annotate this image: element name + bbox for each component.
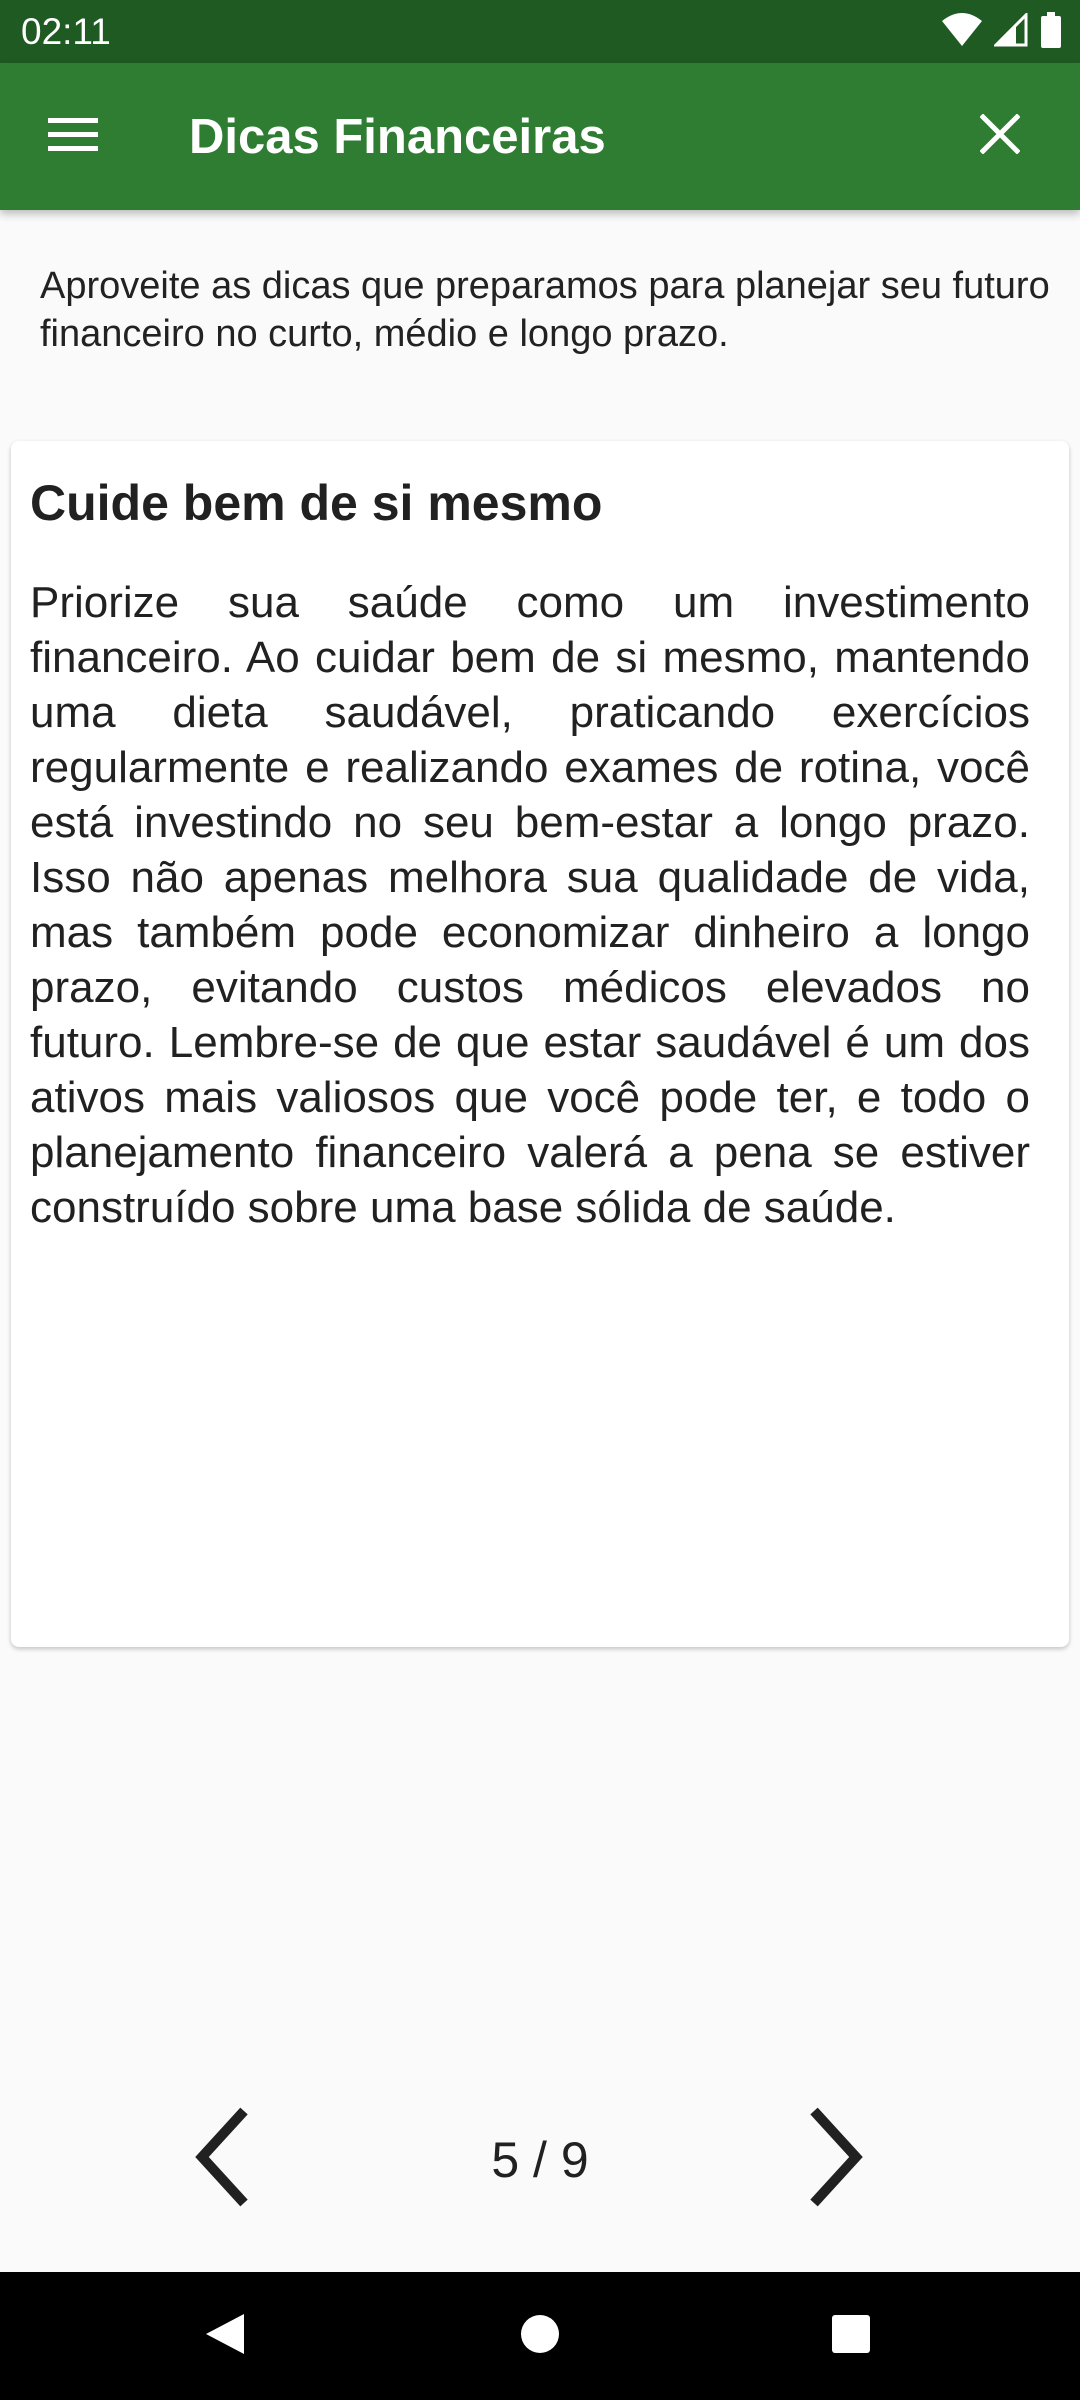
status-time: 02:11 (21, 11, 111, 52)
status-icons (942, 10, 1062, 53)
signal-icon (992, 10, 1028, 52)
tip-body: Priorize sua saúde como um investimento … (30, 578, 1030, 1232)
pager: 5 / 9 (0, 2094, 1080, 2224)
close-icon (979, 112, 1021, 159)
back-icon (204, 2312, 246, 2361)
status-bar: 02:11 (0, 0, 1080, 63)
system-nav-bar (0, 2272, 1080, 2400)
wifi-icon (942, 12, 982, 52)
home-icon (520, 2314, 560, 2359)
page-indicator: 5 / 9 (491, 2132, 589, 2188)
page-title: Dicas Financeiras (189, 110, 606, 164)
nav-recents-button[interactable] (803, 2296, 899, 2376)
nav-back-button[interactable] (177, 2296, 273, 2376)
recents-icon (831, 2314, 871, 2359)
app-screen: 02:11 Dicas Financeiras Aproveite as dic… (0, 0, 1080, 2400)
app-bar: Dicas Financeiras (0, 63, 1080, 210)
chevron-right-icon (806, 2107, 866, 2212)
battery-icon (1040, 11, 1062, 53)
nav-home-button[interactable] (492, 2296, 588, 2376)
chevron-left-icon (192, 2107, 252, 2212)
menu-button[interactable] (24, 96, 122, 176)
tip-title: Cuide bem de si mesmo (30, 475, 603, 531)
next-button[interactable] (776, 2094, 896, 2224)
hamburger-menu-icon (48, 116, 98, 157)
intro-text: Aproveite as dicas que preparamos para p… (40, 265, 1050, 355)
previous-button[interactable] (162, 2094, 282, 2224)
close-button[interactable] (953, 96, 1047, 176)
tip-card: Cuide bem de si mesmo Priorize sua saúde… (11, 441, 1069, 1647)
